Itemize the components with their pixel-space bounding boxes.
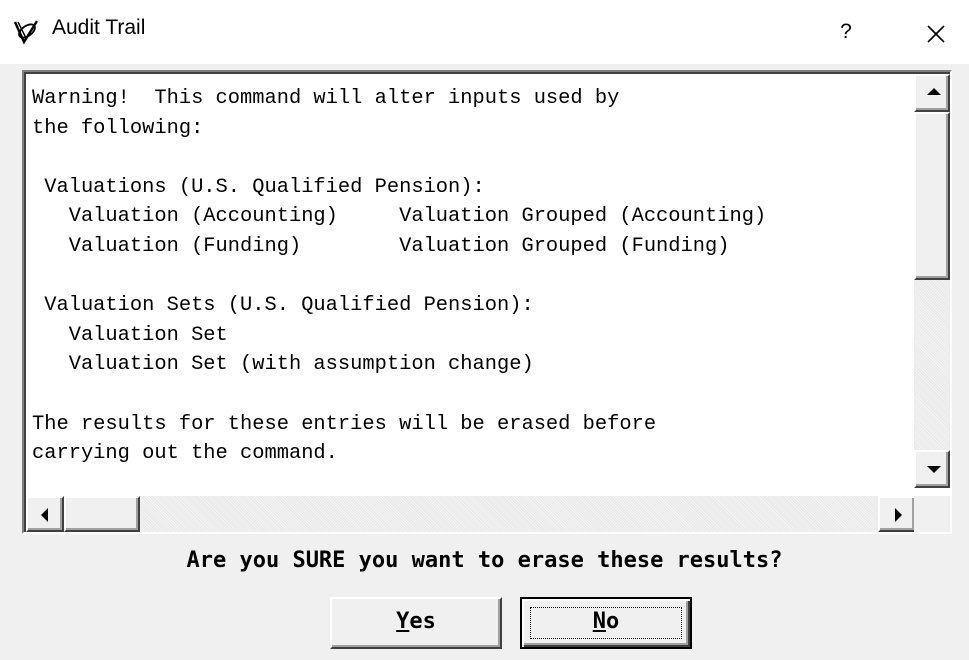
message-line: Warning! This command will alter inputs …	[32, 87, 620, 110]
message-line: the following:	[32, 116, 204, 140]
vertical-scroll-thumb[interactable]	[914, 112, 950, 280]
no-button-label: No	[593, 609, 620, 634]
close-icon[interactable]	[916, 14, 956, 54]
message-line	[32, 262, 914, 292]
vertical-scrollbar[interactable]	[914, 74, 950, 488]
help-button[interactable]: ?	[832, 12, 860, 52]
message-line	[32, 143, 914, 173]
arrow-right-icon	[895, 508, 902, 522]
message-line: Valuation Sets (U.S. Qualified Pension):	[32, 294, 534, 318]
message-line: Valuation (Funding) Valuation Grouped (F…	[32, 234, 730, 258]
scroll-right-button[interactable]	[878, 496, 916, 532]
app-logo-icon	[13, 20, 39, 45]
yes-button-label: Yes	[396, 609, 436, 634]
message-line: carrying out the command.	[32, 442, 338, 466]
message-line: Valuation Set (with assumption change)	[32, 353, 534, 377]
message-line: The results for these entries will be er…	[32, 412, 657, 436]
horizontal-scroll-thumb[interactable]	[64, 496, 140, 532]
no-button[interactable]: No	[520, 597, 692, 649]
yes-label-rest: es	[409, 609, 436, 634]
affected-entries-list[interactable]: Warning! This command will alter inputs …	[22, 70, 952, 534]
scroll-up-button[interactable]	[914, 74, 950, 112]
arrow-down-icon	[927, 466, 941, 473]
arrow-left-icon	[41, 508, 48, 522]
message-line	[32, 380, 914, 410]
no-mnemonic: N	[592, 609, 606, 634]
title-bar: Audit Trail ?	[0, 0, 969, 64]
message-line: Valuation Set	[32, 323, 228, 347]
message-line: Valuations (U.S. Qualified Pension):	[32, 175, 485, 199]
yes-mnemonic: Y	[396, 609, 410, 634]
confirmation-prompt: Are you SURE you want to erase these res…	[186, 548, 783, 573]
list-inner-border: Warning! This command will alter inputs …	[24, 72, 950, 532]
warning-message-text: Warning! This command will alter inputs …	[32, 84, 914, 478]
horizontal-scrollbar[interactable]	[26, 496, 916, 532]
no-label-rest: o	[606, 609, 620, 634]
yes-button[interactable]: Yes	[330, 597, 502, 649]
message-line: Valuation (Accounting) Valuation Grouped…	[32, 205, 767, 229]
window-title: Audit Trail	[52, 16, 146, 39]
arrow-up-icon	[927, 88, 941, 95]
scroll-left-button[interactable]	[26, 496, 64, 532]
scrollbar-corner	[914, 496, 950, 532]
audit-trail-dialog: Audit Trail ? Warning! This command will…	[0, 0, 969, 660]
scroll-down-button[interactable]	[914, 450, 950, 488]
